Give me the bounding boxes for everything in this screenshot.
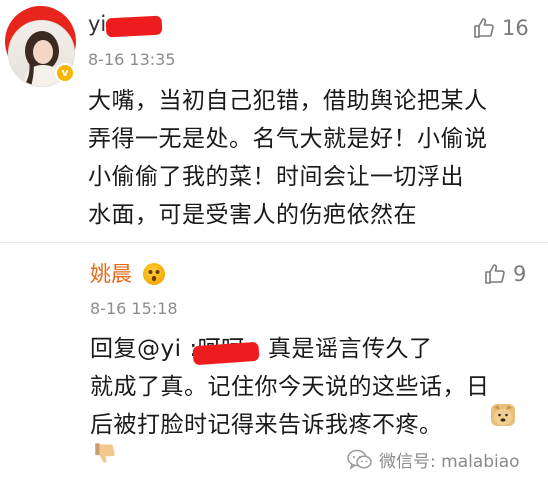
comment-line: 小偷偷了我的菜！时间会让一切浮出 [88,164,464,190]
thumbs-up-icon [483,262,507,286]
timestamp: 8-16 15:18 [90,299,178,318]
username[interactable]: 姚晨 [90,261,132,287]
wechat-watermark: 微信号: malabiao [347,447,520,472]
like-button[interactable]: 16 [472,16,529,40]
dislike-button[interactable] [92,440,118,470]
comment-line: 回复@yi :呵呵，真是谣言传久了 [90,336,433,362]
comment-line: 水面，可是受害人的伤疤依然在 [88,202,417,228]
doge-emoji-icon [491,404,515,426]
timestamp: 8-16 13:35 [88,50,176,69]
weibo-comments-screenshot: yi 8-16 13:35 16 大嘴，当初自己犯错，借助舆论把某人 弄得一无是… [0,0,548,487]
like-count: 9 [513,262,527,286]
comment-line: 就成了真。记住你今天说的这些话，日 [90,374,490,400]
comment-body: 大嘴，当初自己犯错，借助舆论把某人 弄得一无是处。名气大就是好！小偷说 小偷偷了… [88,82,488,234]
redaction-mark [105,15,163,38]
comment-line: 后被打脸时记得来告诉我疼不疼。 [90,412,443,438]
thumbs-up-icon [472,16,496,40]
username[interactable]: yi [88,11,106,37]
comment-line: 大嘴，当初自己犯错，借助舆论把某人 [88,88,488,114]
like-button[interactable]: 9 [483,262,526,286]
thumbs-down-icon [92,443,118,470]
comment-line: 弄得一无是处。名气大就是好！小偷说 [88,126,488,152]
wechat-icon [347,449,373,471]
surprised-emoji-icon [143,263,165,285]
comment-body: 回复@yi :呵呵，真是谣言传久了 就成了真。记住你今天说的这些话，日 后被打脸… [90,330,490,444]
divider [0,242,548,243]
like-count: 16 [502,16,529,40]
verified-badge-icon: v [55,63,75,83]
watermark-text: 微信号: malabiao [379,452,520,472]
